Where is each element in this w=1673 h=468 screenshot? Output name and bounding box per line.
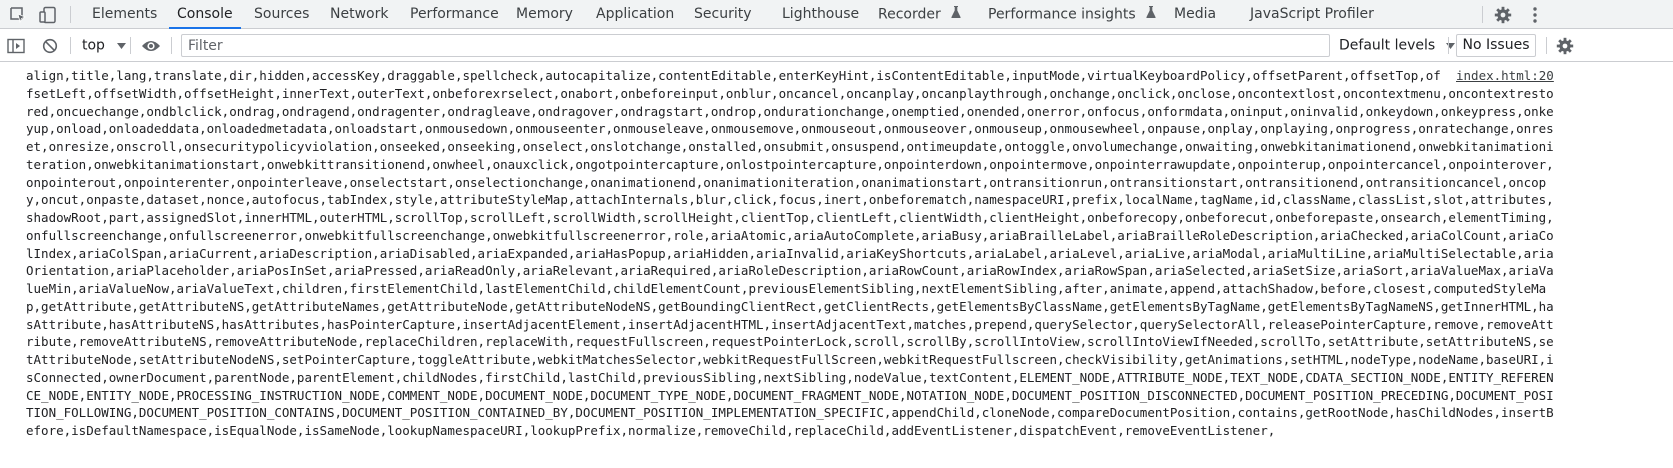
tab-recorder[interactable]: Recorder (878, 0, 961, 29)
tab-media[interactable]: Media (1174, 0, 1216, 29)
tab-lighthouse[interactable]: Lighthouse (782, 0, 859, 29)
triangle-down-icon (1445, 29, 1455, 62)
console-output: align,title,lang,translate,dir,hidden,ac… (0, 62, 1673, 468)
tab-performance-insights-label: Performance insights (988, 6, 1136, 23)
kebab-menu-icon[interactable] (1526, 0, 1544, 29)
tab-console[interactable]: Console (169, 0, 241, 29)
filter-box (181, 34, 1330, 57)
divider (70, 6, 71, 23)
divider (171, 37, 172, 54)
tab-performance[interactable]: Performance (410, 0, 499, 29)
tab-recorder-label: Recorder (878, 6, 941, 23)
log-levels-label: Default levels (1339, 37, 1436, 54)
tab-performance-insights[interactable]: Performance insights (988, 0, 1156, 29)
live-expression-icon[interactable] (140, 36, 162, 56)
tab-sources[interactable]: Sources (254, 0, 309, 29)
console-message: align,title,lang,translate,dir,hidden,ac… (26, 67, 1558, 440)
show-sidebar-icon[interactable] (6, 36, 26, 56)
gear-icon[interactable] (1492, 0, 1514, 29)
context-selector[interactable]: top (82, 29, 127, 62)
flask-icon (951, 0, 961, 29)
log-levels-dropdown[interactable]: Default levels (1339, 29, 1455, 62)
tab-memory[interactable]: Memory (516, 0, 573, 29)
tab-elements[interactable]: Elements (92, 0, 157, 29)
console-toolbar: top Default levels No Issues (0, 29, 1673, 62)
device-toolbar-icon[interactable] (38, 0, 60, 29)
tab-application[interactable]: Application (596, 0, 674, 29)
divider (70, 37, 71, 54)
triangle-down-icon (117, 29, 127, 62)
clear-console-icon[interactable] (40, 36, 60, 56)
divider (1448, 37, 1449, 54)
select-element-icon[interactable] (8, 0, 28, 29)
flask-icon (1146, 0, 1156, 29)
tab-security[interactable]: Security (694, 0, 752, 29)
source-link[interactable]: index.html:20 (1452, 67, 1554, 85)
tab-javascript-profiler[interactable]: JavaScript Profiler (1250, 0, 1374, 29)
divider (130, 37, 131, 54)
issues-button[interactable]: No Issues (1456, 34, 1536, 57)
console-settings-gear-icon[interactable] (1556, 37, 1574, 55)
divider (1482, 6, 1483, 23)
context-label: top (82, 37, 105, 54)
tab-network[interactable]: Network (330, 0, 388, 29)
filter-input[interactable] (182, 35, 1329, 57)
console-message-text: align,title,lang,translate,dir,hidden,ac… (26, 68, 1554, 438)
devtools-tabbar: Elements Console Sources Network Perform… (0, 0, 1673, 29)
divider (1546, 37, 1547, 54)
